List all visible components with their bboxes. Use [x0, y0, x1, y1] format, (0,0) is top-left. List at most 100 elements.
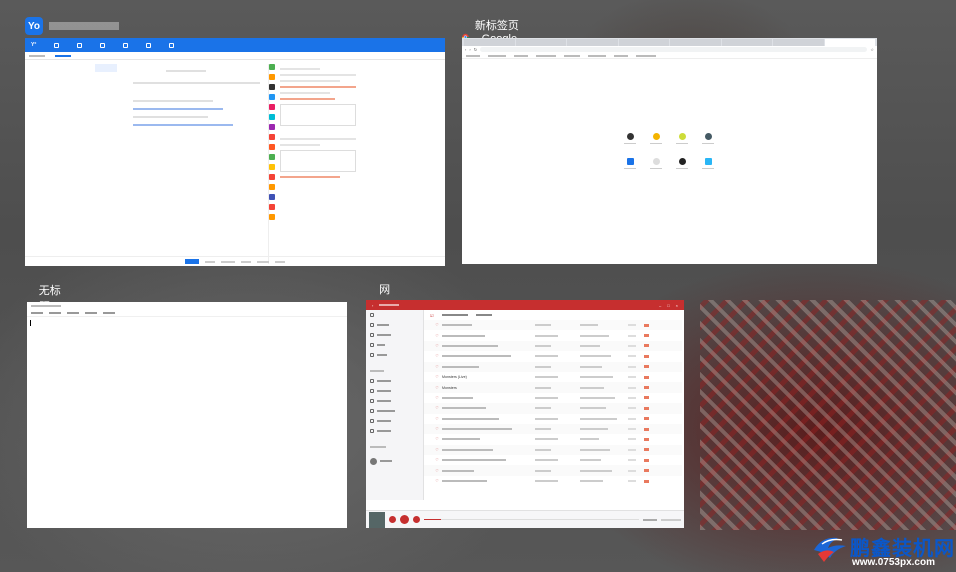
minimize-icon[interactable]: –: [659, 303, 661, 308]
footer-button[interactable]: [240, 260, 251, 263]
sidebar-item[interactable]: [95, 104, 117, 112]
album-cover[interactable]: [369, 511, 385, 528]
sidebar-item[interactable]: [95, 72, 117, 80]
chrome-window-preview[interactable]: ‹ › ↻ ☆: [462, 38, 877, 264]
shortcut[interactable]: [648, 133, 664, 144]
menu-item[interactable]: [85, 312, 97, 314]
app-icon[interactable]: [269, 194, 275, 200]
back-icon[interactable]: ‹: [465, 47, 466, 52]
sidebar-item[interactable]: [366, 330, 423, 340]
office-document-area[interactable]: [121, 64, 269, 264]
table-row[interactable]: ♡: [424, 361, 682, 372]
back-icon[interactable]: ‹: [372, 303, 373, 308]
sidebar-item[interactable]: [366, 396, 423, 406]
sidebar-item[interactable]: [95, 120, 117, 128]
app-icon[interactable]: [269, 74, 275, 80]
chrome-tab[interactable]: [721, 39, 772, 46]
app-icon[interactable]: [269, 64, 275, 70]
table-row[interactable]: ♡: [424, 444, 682, 456]
sidebar-item[interactable]: [366, 350, 423, 360]
app-icon[interactable]: [269, 94, 275, 100]
office-nav-item[interactable]: [169, 42, 175, 48]
sidebar-item[interactable]: [366, 406, 423, 416]
next-button[interactable]: [413, 516, 420, 523]
shortcut[interactable]: [700, 133, 716, 144]
sidebar-item[interactable]: [95, 136, 117, 144]
reload-icon[interactable]: ↻: [474, 47, 477, 52]
star-icon[interactable]: ☆: [870, 47, 874, 52]
table-row[interactable]: ♡: [424, 465, 682, 476]
office-nav-item[interactable]: [146, 42, 152, 48]
shortcut[interactable]: [648, 158, 664, 169]
play-button[interactable]: [400, 515, 409, 524]
chrome-tab[interactable]: [515, 39, 566, 46]
office-nav-item[interactable]: [77, 42, 83, 48]
bookmark[interactable]: [614, 54, 628, 57]
chrome-tab[interactable]: [618, 39, 669, 46]
bookmark[interactable]: [536, 54, 556, 57]
omnibox[interactable]: [480, 47, 868, 52]
sidebar-item[interactable]: [95, 64, 117, 72]
bookmark[interactable]: [636, 54, 656, 57]
bookmark[interactable]: [564, 54, 580, 57]
chrome-tab[interactable]: [567, 39, 618, 46]
subtab[interactable]: [29, 54, 45, 57]
app-icon[interactable]: [269, 124, 275, 130]
app-icon[interactable]: [269, 104, 275, 110]
bookmark[interactable]: [588, 54, 606, 57]
shortcut[interactable]: [700, 158, 716, 169]
chrome-tab[interactable]: [670, 39, 721, 46]
sidebar-item[interactable]: [95, 152, 117, 160]
table-row[interactable]: ♡: [424, 330, 682, 340]
sidebar-item[interactable]: [366, 416, 423, 426]
app-icon[interactable]: [269, 214, 275, 220]
sidebar-item[interactable]: [366, 340, 423, 350]
menu-item[interactable]: [67, 312, 79, 314]
office-nav-item[interactable]: [100, 42, 106, 48]
shortcut[interactable]: [674, 158, 690, 169]
footer-button[interactable]: [256, 260, 269, 263]
sidebar-item[interactable]: [366, 386, 423, 396]
shortcut[interactable]: [622, 133, 638, 144]
close-icon[interactable]: ×: [676, 303, 678, 308]
table-row[interactable]: ♡: [424, 393, 682, 403]
sidebar-item[interactable]: [95, 96, 117, 104]
table-row[interactable]: ♡: [424, 434, 682, 444]
app-icon[interactable]: [269, 184, 275, 190]
app-icon[interactable]: [269, 114, 275, 120]
sidebar-item[interactable]: [95, 128, 117, 136]
panel-textbox[interactable]: [280, 104, 356, 126]
menu-item[interactable]: [31, 312, 43, 314]
bookmark[interactable]: [514, 54, 528, 57]
bookmark[interactable]: [466, 54, 480, 57]
footer-button[interactable]: [204, 260, 215, 263]
panel-textbox[interactable]: [280, 150, 356, 172]
bookmark[interactable]: [488, 54, 506, 57]
app-icon[interactable]: [269, 84, 275, 90]
sidebar-item[interactable]: [366, 310, 423, 320]
table-row[interactable]: ♡ Monsters: [424, 382, 682, 393]
sidebar-item[interactable]: [95, 88, 117, 96]
table-row[interactable]: ♡: [424, 455, 682, 465]
app-icon[interactable]: [269, 204, 275, 210]
menu-item[interactable]: [49, 312, 61, 314]
prev-button[interactable]: [389, 516, 396, 523]
table-row[interactable]: ♡: [424, 476, 682, 486]
sidebar-item[interactable]: [95, 144, 117, 152]
controls-extra[interactable]: [661, 518, 681, 521]
office-nav-item[interactable]: [54, 42, 60, 48]
sidebar-item[interactable]: [366, 320, 423, 330]
office-nav-item[interactable]: [123, 42, 129, 48]
checkbox-icon[interactable]: ☑: [430, 313, 434, 318]
footer-button[interactable]: [274, 260, 285, 263]
table-row[interactable]: ♡ Monsters (Live): [424, 372, 682, 382]
footer-button[interactable]: [220, 260, 235, 263]
chrome-tab[interactable]: [773, 39, 824, 46]
chrome-tab-active[interactable]: [824, 39, 875, 46]
subtab-active[interactable]: [55, 54, 71, 57]
table-row[interactable]: ♡: [424, 351, 682, 361]
shortcut[interactable]: [622, 158, 638, 169]
maximize-icon[interactable]: □: [667, 303, 669, 308]
sidebar-item[interactable]: [95, 80, 117, 88]
user-profile[interactable]: [366, 456, 423, 466]
